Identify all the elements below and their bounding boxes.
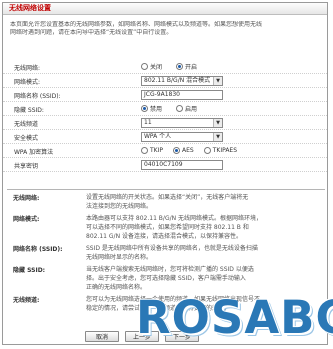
shared-key-label: 共享密钥 xyxy=(14,163,39,170)
network-mode-label: 网络模式: xyxy=(14,79,41,86)
wireless-off-option[interactable]: 关闭 xyxy=(141,62,162,71)
cancel-button[interactable]: 取消 xyxy=(85,331,119,342)
ssid-input[interactable]: JCG-9A1830 xyxy=(141,89,223,100)
chevron-down-icon[interactable]: ▼ xyxy=(213,76,222,85)
wpa-tkipaes-option[interactable]: TKIPAES xyxy=(203,147,237,154)
radio-checked-icon[interactable] xyxy=(176,63,184,70)
radio-icon[interactable] xyxy=(176,105,184,112)
shared-key-input[interactable]: 04010C7109 xyxy=(141,159,223,170)
radio-checked-icon[interactable] xyxy=(173,147,180,154)
wireless-switch-label: 无线网络: xyxy=(14,65,41,72)
wireless-on-option[interactable]: 开启 xyxy=(176,62,197,71)
watermark-logo: ROSABC xyxy=(136,291,333,344)
security-mode-select[interactable]: WPA 个人 ▼ xyxy=(141,131,223,142)
help-section: 无线网络: 设置无线网络的开关状态。如果选择“关闭”，无线客户端将无 法连接到您… xyxy=(7,189,325,312)
hide-ssid-label: 隐藏 SSID: xyxy=(14,107,44,114)
wpa-algorithm-label: WPA 加密算法 xyxy=(14,149,54,156)
ssid-label: 网络名称 (SSID): xyxy=(14,93,61,100)
radio-icon[interactable] xyxy=(203,147,211,154)
intro-text: 本页面允许您设置基本的无线网络参数，如网络名称、网络模式以及频道等。如果您想使用… xyxy=(10,21,322,37)
intro-line: 网络时遇到问题，请在本向导中选择“无线设置”中自行设置。 xyxy=(10,29,173,36)
radio-icon[interactable] xyxy=(141,63,148,70)
channel-select[interactable]: 11 ▼ xyxy=(141,117,223,128)
network-mode-select[interactable]: 802.11 B/G/N 混合模式 ▼ xyxy=(141,75,223,86)
row-shared-key: 共享密钥 04010C7109 xyxy=(3,159,327,172)
row-security-mode: 安全模式 WPA 个人 ▼ xyxy=(3,131,327,144)
row-ssid: 网络名称 (SSID): JCG-9A1830 xyxy=(3,89,327,102)
row-wireless-switch: 无线网络: 关闭 开启 xyxy=(3,61,327,74)
chevron-down-icon[interactable]: ▼ xyxy=(213,118,222,127)
channel-label: 无线频道 xyxy=(14,121,39,128)
hide-ssid-disable-option[interactable]: 禁用 xyxy=(141,104,162,113)
row-network-mode: 网络模式: 802.11 B/G/N 混合模式 ▼ xyxy=(3,75,327,88)
security-mode-label: 安全模式 xyxy=(14,135,39,142)
wpa-tkip-option[interactable]: TKIP xyxy=(141,147,163,154)
wpa-aes-option[interactable]: AES xyxy=(173,147,194,154)
chevron-down-icon[interactable]: ▼ xyxy=(213,132,222,141)
row-hide-ssid: 隐藏 SSID: 禁用 启用 xyxy=(3,103,327,116)
radio-icon[interactable] xyxy=(141,147,148,154)
panel-title: 无线网络设置 xyxy=(3,3,327,15)
hide-ssid-enable-option[interactable]: 启用 xyxy=(176,104,197,113)
row-wpa-algorithm: WPA 加密算法 TKIP AES TKIPAES xyxy=(3,145,327,158)
row-channel: 无线频道 11 ▼ xyxy=(3,117,327,130)
radio-checked-icon[interactable] xyxy=(141,105,148,112)
intro-line: 本页面允许您设置基本的无线网络参数，如网络名称、网络模式以及频道等。如果您想使用… xyxy=(10,21,263,28)
